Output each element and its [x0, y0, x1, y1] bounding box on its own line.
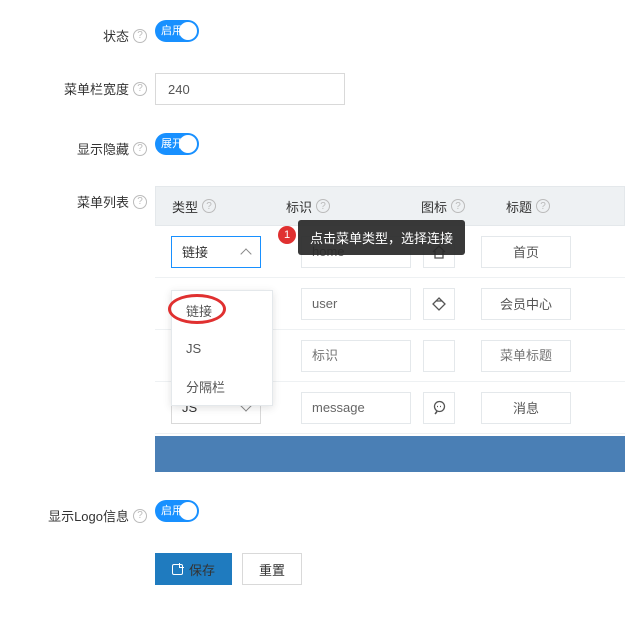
menulist-label: 菜单列表 — [77, 192, 129, 211]
save-button[interactable]: 保存 — [155, 553, 232, 585]
title-input[interactable] — [481, 288, 571, 320]
icon-picker[interactable] — [423, 340, 455, 372]
reset-button[interactable]: 重置 — [242, 553, 302, 585]
save-icon — [172, 564, 183, 575]
help-icon[interactable]: ? — [133, 142, 147, 156]
help-icon[interactable]: ? — [133, 509, 147, 523]
message-icon — [432, 400, 447, 415]
help-icon[interactable]: ? — [316, 199, 330, 213]
title-input[interactable] — [481, 340, 571, 372]
chevron-up-icon — [240, 248, 251, 259]
status-label: 状态 — [103, 26, 129, 45]
width-label: 菜单栏宽度 — [64, 79, 129, 98]
help-icon[interactable]: ? — [536, 199, 550, 213]
dropdown-option-link[interactable]: 链接 — [172, 291, 272, 329]
col-type: 类型 — [172, 197, 198, 216]
title-input[interactable] — [481, 392, 571, 424]
help-icon[interactable]: ? — [133, 29, 147, 43]
icon-picker[interactable] — [423, 392, 455, 424]
annotation-tooltip: 点击菜单类型，选择连接 — [298, 220, 465, 255]
showhide-label: 显示隐藏 — [77, 139, 129, 158]
toggle-knob — [179, 135, 197, 153]
mark-input[interactable] — [301, 392, 411, 424]
showhide-toggle[interactable]: 展开 — [155, 133, 199, 155]
icon-picker[interactable] — [423, 288, 455, 320]
reset-label: 重置 — [259, 560, 285, 579]
save-label: 保存 — [189, 560, 215, 579]
mark-input[interactable] — [301, 340, 411, 372]
logo-label: 显示Logo信息 — [48, 506, 129, 525]
select-value: 链接 — [182, 242, 208, 261]
dropdown-option-divider[interactable]: 分隔栏 — [172, 367, 272, 405]
logo-toggle[interactable]: 启用 — [155, 500, 199, 522]
help-icon[interactable]: ? — [133, 195, 147, 209]
help-icon[interactable]: ? — [133, 82, 147, 96]
help-icon[interactable]: ? — [451, 199, 465, 213]
type-dropdown: 链接 JS 分隔栏 — [171, 290, 273, 406]
col-icon: 图标 — [421, 197, 447, 216]
dropdown-option-js[interactable]: JS — [172, 329, 272, 367]
toggle-knob — [179, 502, 197, 520]
status-toggle[interactable]: 启用 — [155, 20, 199, 42]
diamond-icon — [432, 297, 446, 311]
toggle-knob — [179, 22, 197, 40]
col-mark: 标识 — [286, 197, 312, 216]
title-input[interactable] — [481, 236, 571, 268]
mark-input[interactable] — [301, 288, 411, 320]
col-title: 标题 — [506, 197, 532, 216]
help-icon[interactable]: ? — [202, 199, 216, 213]
type-select[interactable]: 链接 — [171, 236, 261, 268]
annotation-badge: 1 — [278, 226, 296, 244]
add-row-bar[interactable] — [155, 436, 625, 472]
menu-width-input[interactable] — [155, 73, 345, 105]
